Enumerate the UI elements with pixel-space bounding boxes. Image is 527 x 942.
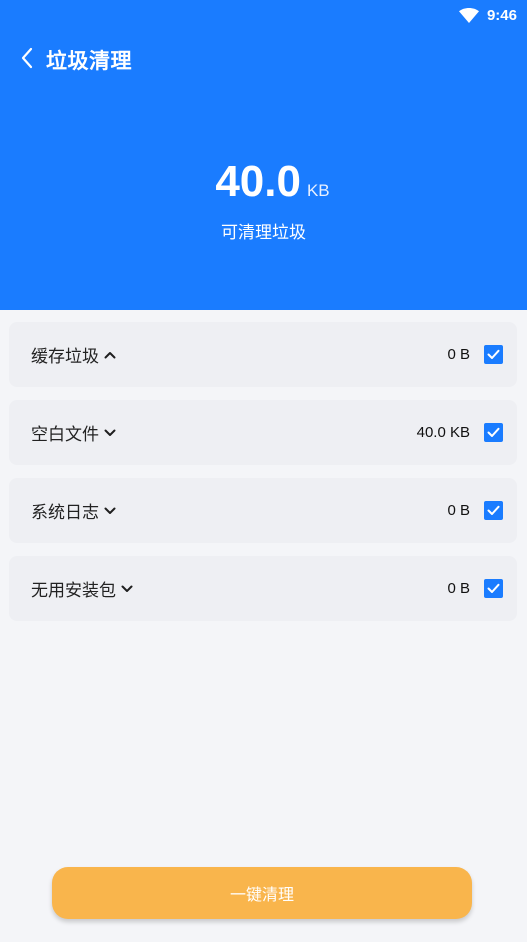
category-label: 系统日志: [31, 503, 99, 523]
category-toggle-unused-packages[interactable]: 无用安装包: [31, 576, 134, 601]
category-size: 40.0 KB: [416, 424, 470, 441]
category-toggle-empty-files[interactable]: 空白文件: [31, 420, 117, 445]
wifi-icon: [458, 7, 479, 23]
junk-category-list: 缓存垃圾 0 B 空白文件 40.0 KB 系统日志 0 B 无用安装包 0 B: [9, 322, 517, 634]
status-bar: 9:46: [0, 0, 527, 30]
category-label: 缓存垃圾: [31, 347, 99, 367]
status-time: 9:46: [486, 6, 517, 24]
category-label: 无用安装包: [31, 581, 116, 601]
category-row-empty-files: 空白文件 40.0 KB: [9, 400, 517, 465]
category-size: 0 B: [447, 346, 470, 363]
category-checkbox[interactable]: [484, 501, 503, 520]
checkmark-icon: [487, 579, 500, 598]
category-checkbox[interactable]: [484, 579, 503, 598]
category-checkbox[interactable]: [484, 345, 503, 364]
category-toggle-cache[interactable]: 缓存垃圾: [31, 342, 117, 367]
chevron-down-icon: [103, 426, 117, 440]
category-size: 0 B: [447, 580, 470, 597]
category-row-unused-packages: 无用安装包 0 B: [9, 556, 517, 621]
total-size-value: 40.0: [215, 157, 301, 206]
total-size-unit: KB: [306, 181, 330, 200]
category-row-cache: 缓存垃圾 0 B: [9, 322, 517, 387]
total-size: 40.0 KB: [197, 160, 329, 204]
top-app-bar: 垃圾清理: [0, 40, 527, 80]
summary-caption: 可清理垃圾: [221, 223, 306, 243]
checkmark-icon: [487, 345, 500, 364]
category-row-system-logs: 系统日志 0 B: [9, 478, 517, 543]
category-size: 0 B: [447, 502, 470, 519]
category-label: 空白文件: [31, 425, 99, 445]
junk-summary: 40.0 KB 可清理垃圾: [0, 160, 527, 244]
chevron-up-icon: [103, 348, 117, 362]
category-checkbox[interactable]: [484, 423, 503, 442]
checkmark-icon: [487, 501, 500, 520]
page-title: 垃圾清理: [46, 49, 132, 73]
chevron-down-icon: [120, 582, 134, 596]
category-toggle-system-logs[interactable]: 系统日志: [31, 498, 117, 523]
chevron-down-icon: [103, 504, 117, 518]
chevron-left-icon: [20, 47, 34, 73]
checkmark-icon: [487, 423, 500, 442]
one-click-clean-button[interactable]: 一键清理: [52, 867, 472, 919]
header-banner: 9:46 垃圾清理 40.0 KB 可清理垃圾: [0, 0, 527, 310]
back-button[interactable]: [12, 40, 42, 80]
